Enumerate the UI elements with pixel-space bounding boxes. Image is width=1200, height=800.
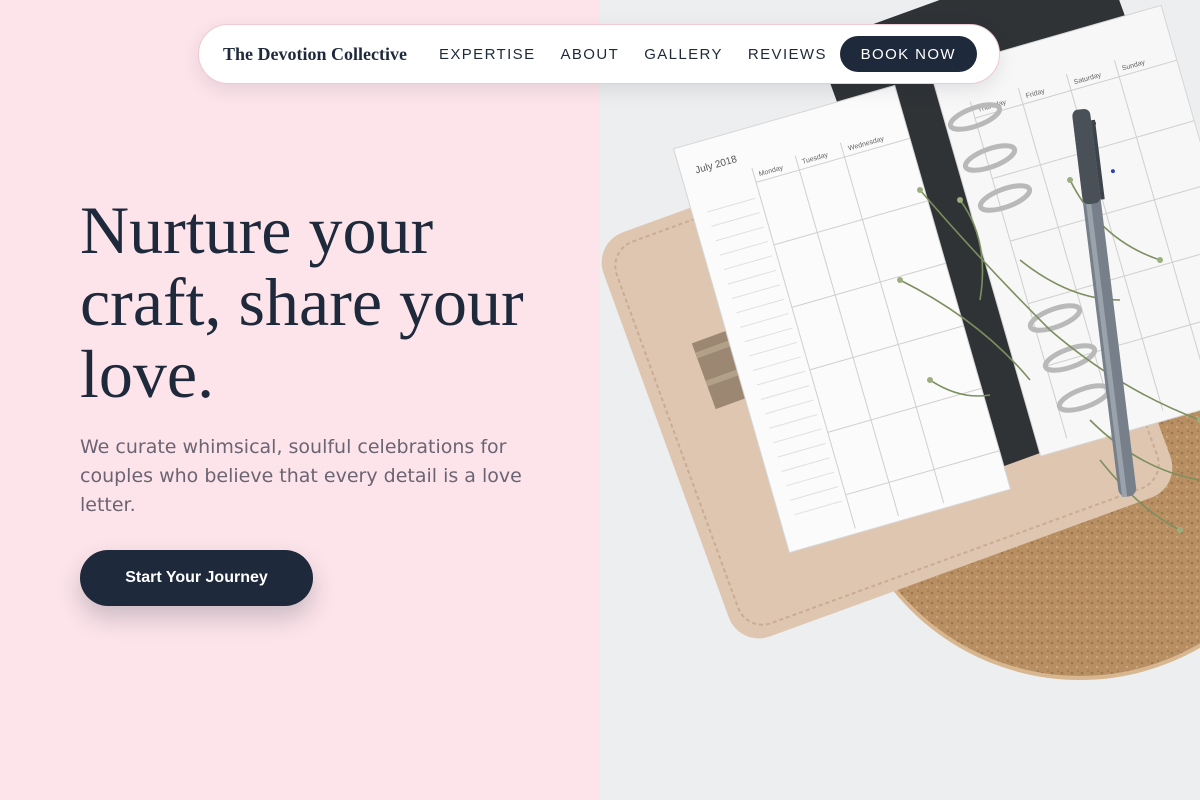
nav-links: EXPERTISE ABOUT GALLERY REVIEWS — [439, 46, 827, 63]
nav-link-gallery[interactable]: GALLERY — [644, 46, 723, 63]
hero-subtitle: We curate whimsical, soulful celebration… — [80, 436, 522, 516]
planner-photo: July 2018 Monday Tuesday Wednesday Thurs… — [600, 0, 1200, 800]
hero-title: Nurture your craft, share your love. — [80, 192, 524, 412]
brand-logo[interactable]: The Devotion Collective — [223, 44, 407, 65]
book-now-button[interactable]: BOOK NOW — [839, 36, 977, 72]
nav-link-reviews[interactable]: REVIEWS — [748, 46, 827, 63]
nav-link-about[interactable]: ABOUT — [561, 46, 620, 63]
landing-page: Nurture your craft, share your love. We … — [0, 0, 1200, 800]
hero-photo: July 2018 Monday Tuesday Wednesday Thurs… — [600, 0, 1200, 800]
top-navbar: The Devotion Collective EXPERTISE ABOUT … — [198, 24, 1000, 84]
nav-link-expertise[interactable]: EXPERTISE — [439, 46, 536, 63]
start-journey-button[interactable]: Start Your Journey — [80, 550, 313, 606]
hero-panel: Nurture your craft, share your love. We … — [0, 0, 600, 800]
